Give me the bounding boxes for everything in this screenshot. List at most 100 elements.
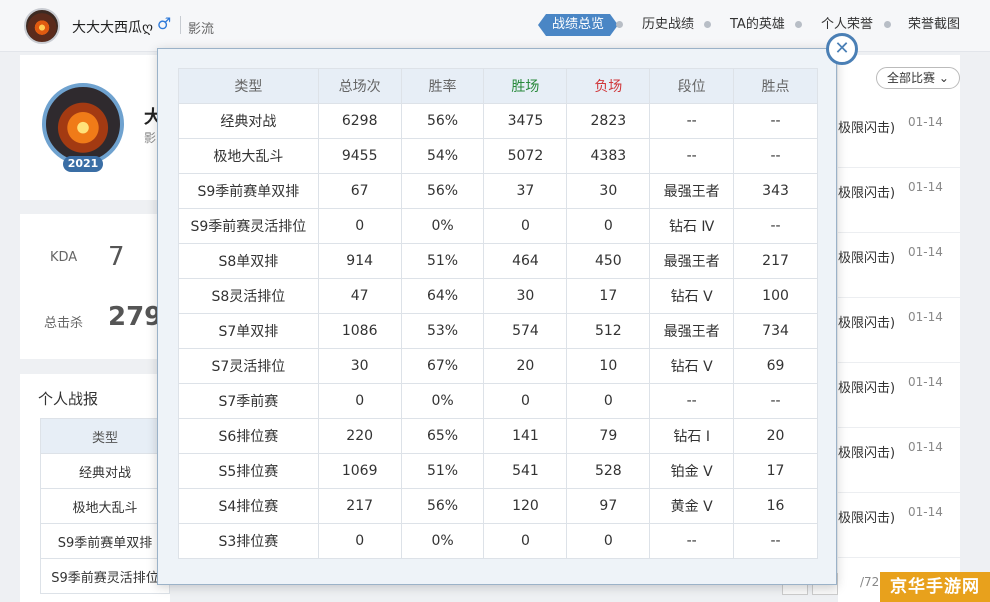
cell-total: 6298: [317, 103, 402, 139]
cell-losses: 17: [566, 278, 651, 314]
list-item[interactable]: 极限闪击) 01-14: [838, 233, 960, 298]
cell-lp: --: [733, 383, 818, 419]
ranked-stats-table: 类型 总场次 胜率 胜场 负场 段位 胜点 经典对战 6298 56% 3475 282…: [178, 68, 818, 559]
profile-card: 2021 大 影: [20, 55, 170, 200]
tab-honors[interactable]: 个人荣誉: [821, 14, 873, 36]
list-item[interactable]: 极限闪击) 01-14: [838, 168, 960, 233]
cell-total: 0: [317, 523, 402, 559]
cell-lp: 343: [733, 173, 818, 209]
nav-dot: [795, 21, 802, 28]
player-avatar: [42, 83, 124, 165]
cell-winrate: 54%: [400, 138, 485, 174]
col-total: 总场次: [317, 68, 402, 104]
cell-winrate: 56%: [400, 103, 485, 139]
cell-total: 1069: [317, 453, 402, 489]
table-row: S9季前赛单双排: [40, 523, 170, 559]
table-row: 极地大乱斗 9455 54% 5072 4383 -- --: [178, 138, 818, 174]
tab-history[interactable]: 历史战绩: [642, 14, 694, 36]
cell-wins: 0: [483, 383, 568, 419]
report-cell: 经典对战: [40, 453, 170, 489]
cell-wins: 37: [483, 173, 568, 209]
match-mode: 极限闪击): [838, 251, 896, 266]
cell-total: 0: [317, 383, 402, 419]
table-row: S9季前赛灵活排位 0 0% 0 0 钻石 Ⅳ --: [178, 208, 818, 244]
match-mode: 极限闪击): [838, 511, 896, 526]
nav-dot: [884, 21, 891, 28]
list-item[interactable]: 极限闪击) 01-14: [838, 103, 960, 168]
cell-tier: 钻石 Ⅰ: [649, 418, 735, 454]
filter-label: 全部比赛: [887, 71, 936, 85]
list-item[interactable]: 极限闪击) 01-14: [838, 493, 960, 558]
table-row: S6排位赛 220 65% 141 79 钻石 Ⅰ 20: [178, 418, 818, 454]
cell-losses: 450: [566, 243, 651, 279]
cell-total: 47: [317, 278, 402, 314]
cell-type: S3排位赛: [178, 523, 319, 559]
col-lp: 胜点: [733, 68, 818, 104]
cell-tier: --: [649, 138, 735, 174]
report-header: 类型: [40, 418, 170, 454]
match-mode: 极限闪击): [838, 121, 896, 136]
list-item[interactable]: 极限闪击) 01-14: [838, 298, 960, 363]
list-item[interactable]: 极限闪击) 01-14: [838, 428, 960, 493]
cell-losses: 79: [566, 418, 651, 454]
cell-total: 9455: [317, 138, 402, 174]
cell-tier: 最强王者: [649, 313, 735, 349]
cell-losses: 30: [566, 173, 651, 209]
cell-type: S8灵活排位: [178, 278, 319, 314]
stats-card: KDA 7 总击杀 2798: [20, 214, 180, 359]
tab-heroes[interactable]: TA的英雄: [730, 14, 785, 36]
cell-wins: 574: [483, 313, 568, 349]
match-list-panel: 全部比赛 ⌄ 极限闪击) 01-14 极限闪击) 01-14 极限闪击) 01-14 …: [838, 55, 960, 602]
tab-overview[interactable]: 战绩总览: [538, 14, 618, 36]
cell-winrate: 56%: [400, 488, 485, 524]
table-row: S9季前赛灵活排位: [40, 558, 170, 594]
cell-total: 914: [317, 243, 402, 279]
cell-total: 1086: [317, 313, 402, 349]
report-cell: 极地大乱斗: [40, 488, 170, 524]
table-row: 极地大乱斗: [40, 488, 170, 524]
cell-lp: 217: [733, 243, 818, 279]
table-row: S4排位赛 217 56% 120 97 黄金 Ⅴ 16: [178, 488, 818, 524]
col-type: 类型: [178, 68, 319, 104]
match-date: 01-14: [908, 440, 943, 454]
cell-tier: --: [649, 523, 735, 559]
list-item[interactable]: 极限闪击) 01-14: [838, 363, 960, 428]
tab-screenshots[interactable]: 荣誉截图: [908, 14, 960, 36]
kills-label: 总击杀: [44, 316, 84, 331]
kda-label: KDA: [50, 250, 78, 265]
table-row: S8单双排 914 51% 464 450 最强王者 217: [178, 243, 818, 279]
col-wins: 胜场: [483, 68, 568, 104]
cell-losses: 528: [566, 453, 651, 489]
report-table: 类型 经典对战 极地大乱斗 S9季前赛单双排 S9季前赛灵活排位: [40, 418, 170, 594]
table-row: S7季前赛 0 0% 0 0 -- --: [178, 383, 818, 419]
cell-wins: 20: [483, 348, 568, 384]
pager-total: /72: [860, 575, 880, 589]
col-losses: 负场: [566, 68, 651, 104]
match-filter-dropdown[interactable]: 全部比赛 ⌄: [876, 67, 960, 89]
cell-type: S8单双排: [178, 243, 319, 279]
cell-winrate: 0%: [400, 208, 485, 244]
player-avatar-small[interactable]: [24, 8, 60, 44]
match-date: 01-14: [908, 245, 943, 259]
cell-losses: 97: [566, 488, 651, 524]
cell-type: 极地大乱斗: [178, 138, 319, 174]
cell-tier: 钻石 Ⅳ: [649, 208, 735, 244]
cell-losses: 4383: [566, 138, 651, 174]
cell-winrate: 64%: [400, 278, 485, 314]
cell-tier: 黄金 Ⅴ: [649, 488, 735, 524]
cell-lp: --: [733, 103, 818, 139]
cell-total: 220: [317, 418, 402, 454]
cell-type: S7单双排: [178, 313, 319, 349]
cell-wins: 5072: [483, 138, 568, 174]
close-button[interactable]: ✕: [826, 33, 858, 65]
table-row: S7单双排 1086 53% 574 512 最强王者 734: [178, 313, 818, 349]
match-mode: 极限闪击): [838, 381, 896, 396]
cell-losses: 10: [566, 348, 651, 384]
table-row: S3排位赛 0 0% 0 0 -- --: [178, 523, 818, 559]
table-row: S5排位赛 1069 51% 541 528 铂金 Ⅴ 17: [178, 453, 818, 489]
table-row: S7灵活排位 30 67% 20 10 钻石 Ⅴ 69: [178, 348, 818, 384]
cell-type: S9季前赛灵活排位: [178, 208, 319, 244]
report-cell: S9季前赛灵活排位: [40, 558, 170, 594]
report-card: 个人战报 类型 经典对战 极地大乱斗 S9季前赛单双排 S9季前赛灵活排位: [20, 374, 170, 602]
cell-winrate: 51%: [400, 243, 485, 279]
